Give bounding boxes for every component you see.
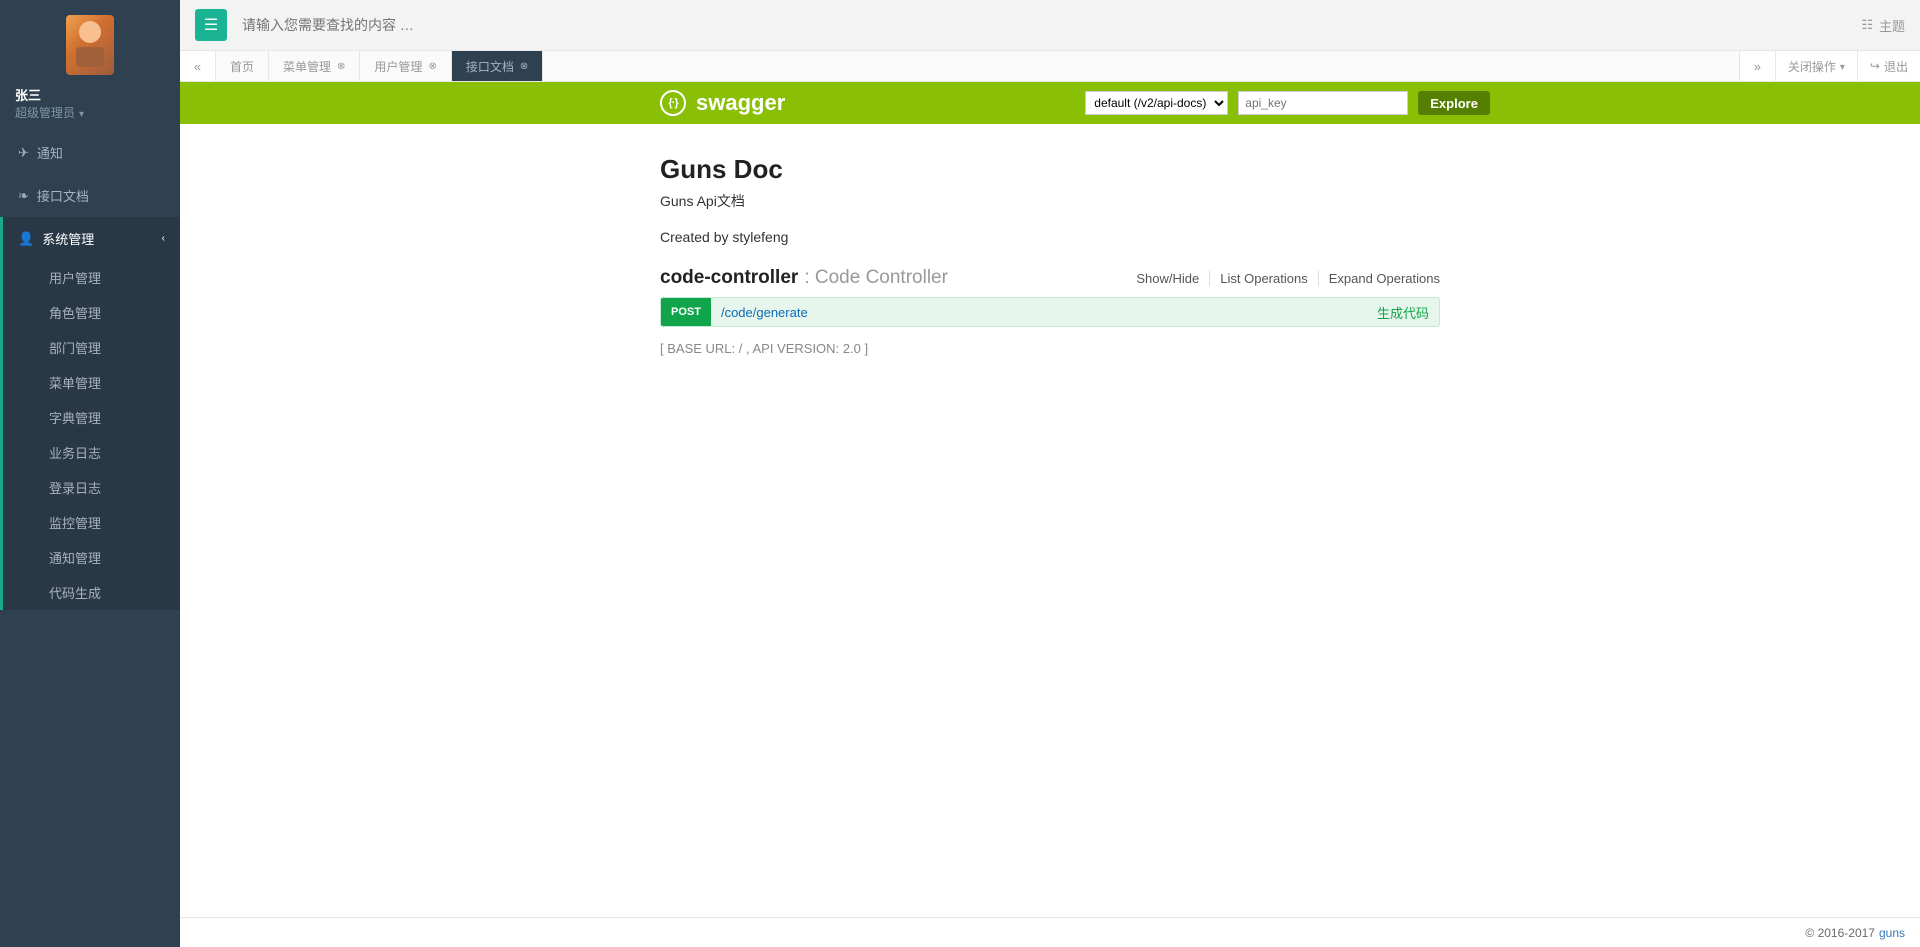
theme-label: 主题 [1879, 16, 1905, 35]
spec-select[interactable]: default (/v2/api-docs) [1085, 91, 1228, 115]
subnav-dict-mgmt[interactable]: 字典管理 [3, 400, 180, 435]
user-role-label: 超级管理员 [15, 104, 75, 121]
endpoint-row[interactable]: POST /code/generate 生成代码 [660, 297, 1440, 327]
doc-title: Guns Doc [660, 154, 1440, 185]
tab-scroll-left[interactable]: « [180, 51, 216, 81]
subnav-login-log[interactable]: 登录日志 [3, 470, 180, 505]
close-icon[interactable]: ⊗ [520, 61, 528, 72]
subnav-menu-mgmt[interactable]: 菜单管理 [3, 365, 180, 400]
tab-scroll-right[interactable]: » [1739, 51, 1775, 81]
logout-button[interactable]: ↪退出 [1857, 51, 1920, 81]
search-input[interactable] [242, 17, 542, 33]
sidebar-label: 系统管理 [42, 229, 94, 248]
tab-home[interactable]: 首页 [216, 51, 269, 81]
doc-created-by: Created by stylefeng [660, 229, 1440, 245]
logout-icon: ↪ [1870, 59, 1880, 73]
profile-block: 张三 超级管理员 [0, 0, 180, 131]
topbar: ☰ ☷ 主题 [180, 0, 1920, 50]
main-column: ☰ ☷ 主题 « 首页 菜单管理⊗ 用户管理⊗ 接口文档⊗ » 关闭操作 ↪退出 [180, 0, 1920, 947]
tab-apidoc[interactable]: 接口文档⊗ [452, 51, 543, 81]
list-ops-link[interactable]: List Operations [1210, 271, 1318, 286]
swagger-logo-text: swagger [696, 90, 785, 116]
copyright-text: © 2016-2017 [1805, 926, 1875, 940]
swagger-logo-icon: {·} [660, 90, 686, 116]
subnav-user-mgmt[interactable]: 用户管理 [3, 260, 180, 295]
show-hide-link[interactable]: Show/Hide [1126, 271, 1210, 286]
subnav-codegen[interactable]: 代码生成 [3, 575, 180, 610]
user-icon: 👤 [18, 231, 34, 247]
subnav-role-mgmt[interactable]: 角色管理 [3, 295, 180, 330]
paper-plane-icon: ✈ [18, 145, 29, 161]
footer: © 2016-2017 guns [180, 917, 1920, 947]
theme-icon: ☷ [1861, 17, 1873, 33]
avatar [66, 15, 114, 75]
sidebar-item-system[interactable]: 👤 系统管理 ‹ 用户管理 角色管理 部门管理 菜单管理 字典管理 业务日志 登录日… [0, 217, 180, 610]
leaf-icon: ❧ [18, 188, 29, 204]
doc-subtitle: Guns Api文档 [660, 191, 1440, 211]
swagger-logo: {·} swagger [660, 90, 785, 116]
menu-toggle-button[interactable]: ☰ [195, 9, 227, 41]
tab-menu-mgmt[interactable]: 菜单管理⊗ [269, 51, 360, 81]
explore-button[interactable]: Explore [1418, 91, 1490, 115]
sidebar-item-notify[interactable]: ✈ 通知 [0, 131, 180, 174]
username: 张三 [15, 85, 165, 104]
base-url-line: [ BASE URL: / , API VERSION: 2.0 ] [660, 341, 1440, 356]
apikey-input[interactable] [1238, 91, 1408, 115]
subnav-monitor[interactable]: 监控管理 [3, 505, 180, 540]
subnav-dept-mgmt[interactable]: 部门管理 [3, 330, 180, 365]
chevron-left-icon: ‹ [162, 233, 165, 244]
caret-down-icon [79, 106, 84, 120]
http-method-badge: POST [661, 298, 711, 326]
controller-row: code-controller : Code Controller Show/H… [660, 267, 1440, 289]
swagger-header: {·} swagger default (/v2/api-docs) Explo… [180, 82, 1920, 124]
close-icon[interactable]: ⊗ [428, 61, 436, 72]
subnav-notify-mgmt[interactable]: 通知管理 [3, 540, 180, 575]
tab-row: « 首页 菜单管理⊗ 用户管理⊗ 接口文档⊗ » 关闭操作 ↪退出 [180, 50, 1920, 82]
user-role-dropdown[interactable]: 超级管理员 [15, 104, 84, 121]
controller-name[interactable]: code-controller [660, 267, 798, 289]
footer-link[interactable]: guns [1879, 926, 1905, 940]
controller-desc: : Code Controller [804, 267, 948, 289]
tab-user-mgmt[interactable]: 用户管理⊗ [360, 51, 451, 81]
sidebar-item-apidoc[interactable]: ❧ 接口文档 [0, 174, 180, 217]
endpoint-summary: 生成代码 [1377, 303, 1439, 322]
subnav-biz-log[interactable]: 业务日志 [3, 435, 180, 470]
close-ops-dropdown[interactable]: 关闭操作 [1775, 51, 1857, 81]
endpoint-path: /code/generate [711, 305, 808, 320]
caret-down-icon [1840, 59, 1845, 73]
sidebar-label: 通知 [37, 143, 63, 162]
sidebar-label: 接口文档 [37, 186, 89, 205]
content-area: {·} swagger default (/v2/api-docs) Explo… [180, 82, 1920, 917]
sidebar: 张三 超级管理员 ✈ 通知 ❧ 接口文档 👤 系统管理 ‹ 用户管理 角色管理 部门管理… [0, 0, 180, 947]
close-icon[interactable]: ⊗ [337, 61, 345, 72]
expand-ops-link[interactable]: Expand Operations [1319, 271, 1440, 286]
theme-switcher[interactable]: ☷ 主题 [1861, 16, 1905, 35]
